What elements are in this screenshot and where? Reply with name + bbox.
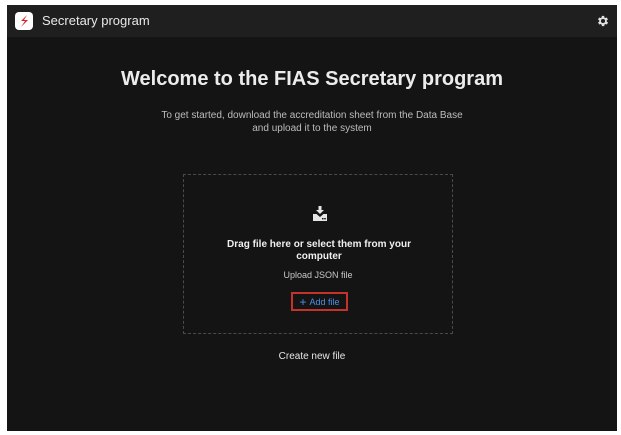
add-file-button[interactable]: + Add file bbox=[291, 292, 348, 311]
create-new-file-link[interactable]: Create new file bbox=[7, 351, 617, 363]
dropzone-title: Drag file here or select them from your … bbox=[227, 239, 411, 262]
page-title: Welcome to the FIAS Secretary program bbox=[121, 68, 503, 90]
instructions-text: To get started, download the accreditati… bbox=[161, 110, 463, 134]
add-file-label: Add file bbox=[309, 296, 340, 307]
app-window: Secretary program Welcome to the FIAS Se… bbox=[7, 5, 617, 431]
dropzone-hint: Upload JSON file bbox=[283, 270, 353, 280]
app-title: Secretary program bbox=[42, 13, 150, 28]
title-bar: Secretary program bbox=[7, 5, 617, 37]
plus-icon: + bbox=[299, 294, 307, 309]
app-logo-icon bbox=[15, 12, 33, 30]
file-dropzone[interactable]: Drag file here or select them from your … bbox=[183, 174, 453, 334]
gear-icon[interactable] bbox=[595, 13, 611, 29]
hard-drive-download-icon bbox=[311, 205, 329, 223]
